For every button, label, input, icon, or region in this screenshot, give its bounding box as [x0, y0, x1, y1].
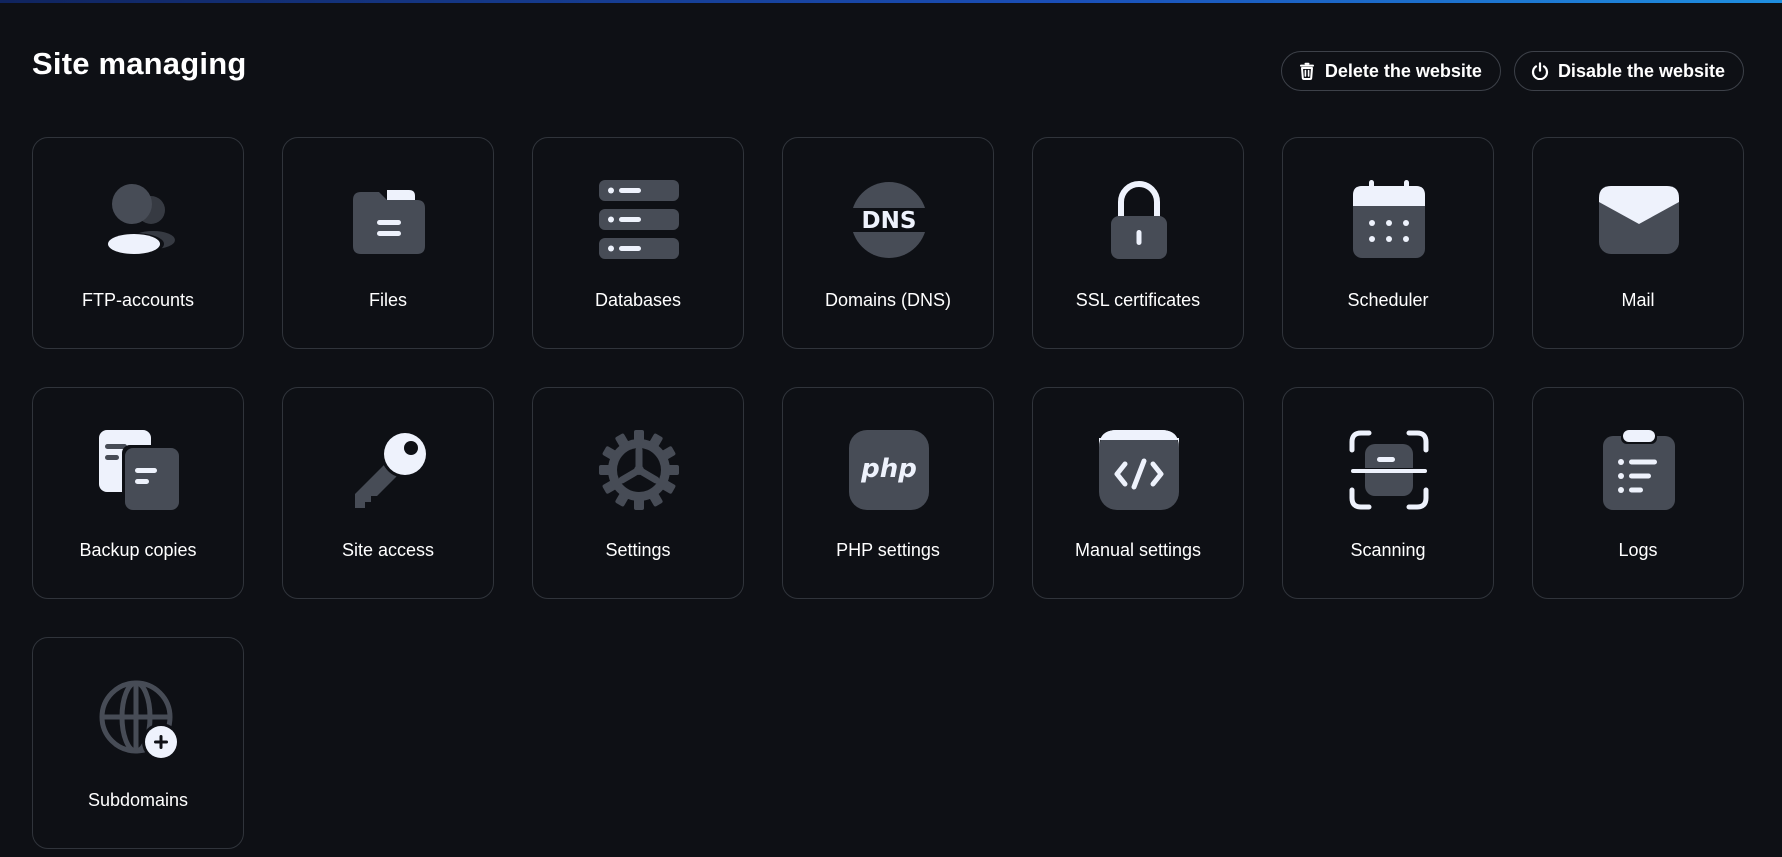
tile-label: Settings	[605, 540, 671, 560]
calendar-icon	[1349, 180, 1429, 260]
tile-ftp-accounts[interactable]: FTP-accounts	[32, 137, 244, 349]
trash-icon	[1298, 62, 1316, 80]
globe-plus-icon	[99, 680, 179, 760]
tile-label: Domains (DNS)	[824, 290, 952, 310]
tile-label: Site access	[341, 540, 435, 560]
tile-label: PHP settings	[836, 540, 940, 560]
tile-label: Files	[368, 290, 407, 310]
tile-label: FTP-accounts	[81, 290, 195, 310]
tile-label: Backup copies	[79, 540, 197, 560]
tile-files[interactable]: Files	[282, 137, 494, 349]
copy-icon	[99, 430, 179, 510]
delete-website-label: Delete the website	[1324, 60, 1482, 81]
header-actions: Delete the website Disable the website	[1280, 51, 1744, 91]
tile-scanning[interactable]: Scanning	[1282, 387, 1494, 599]
tile-label: Logs	[1618, 540, 1658, 560]
svg-text:DNS: DNS	[862, 208, 917, 234]
tile-scheduler[interactable]: Scheduler	[1282, 137, 1494, 349]
disable-website-button[interactable]: Disable the website	[1513, 51, 1744, 91]
tile-label: Subdomains	[87, 790, 189, 810]
tile-label: Manual settings	[1074, 540, 1202, 560]
tile-label: Mail	[1621, 290, 1655, 310]
folder-icon	[349, 180, 429, 260]
mail-icon	[1599, 180, 1679, 260]
management-grid: FTP-accounts Files Databases DNS Domains…	[32, 137, 1744, 849]
tile-logs[interactable]: Logs	[1532, 387, 1744, 599]
key-icon	[349, 430, 429, 510]
tile-label: Scheduler	[1347, 290, 1429, 310]
page-title: Site managing	[32, 46, 247, 81]
database-icon	[599, 180, 679, 260]
tile-settings[interactable]: Settings	[532, 387, 744, 599]
gear-icon	[599, 430, 679, 510]
top-accent-bar	[0, 0, 1782, 3]
code-icon	[1099, 430, 1179, 510]
users-icon	[99, 180, 179, 260]
tile-databases[interactable]: Databases	[532, 137, 744, 349]
tile-manual-settings[interactable]: Manual settings	[1032, 387, 1244, 599]
php-icon: php	[849, 430, 929, 510]
tile-label: Databases	[594, 290, 682, 310]
tile-subdomains[interactable]: Subdomains	[32, 637, 244, 849]
lock-icon	[1099, 180, 1179, 260]
tile-mail[interactable]: Mail	[1532, 137, 1744, 349]
power-icon	[1531, 62, 1549, 80]
tile-label: SSL certificates	[1075, 290, 1201, 310]
tile-site-access[interactable]: Site access	[282, 387, 494, 599]
svg-text:php: php	[860, 454, 917, 484]
dns-icon: DNS	[849, 180, 929, 260]
tile-backup-copies[interactable]: Backup copies	[32, 387, 244, 599]
tile-ssl-certificates[interactable]: SSL certificates	[1032, 137, 1244, 349]
delete-website-button[interactable]: Delete the website	[1280, 51, 1501, 91]
clipboard-list-icon	[1599, 430, 1679, 510]
tile-domains-dns[interactable]: DNS Domains (DNS)	[782, 137, 994, 349]
tile-label: Scanning	[1350, 540, 1426, 560]
disable-website-label: Disable the website	[1557, 60, 1725, 81]
scan-icon	[1349, 430, 1429, 510]
tile-php-settings[interactable]: php PHP settings	[782, 387, 994, 599]
